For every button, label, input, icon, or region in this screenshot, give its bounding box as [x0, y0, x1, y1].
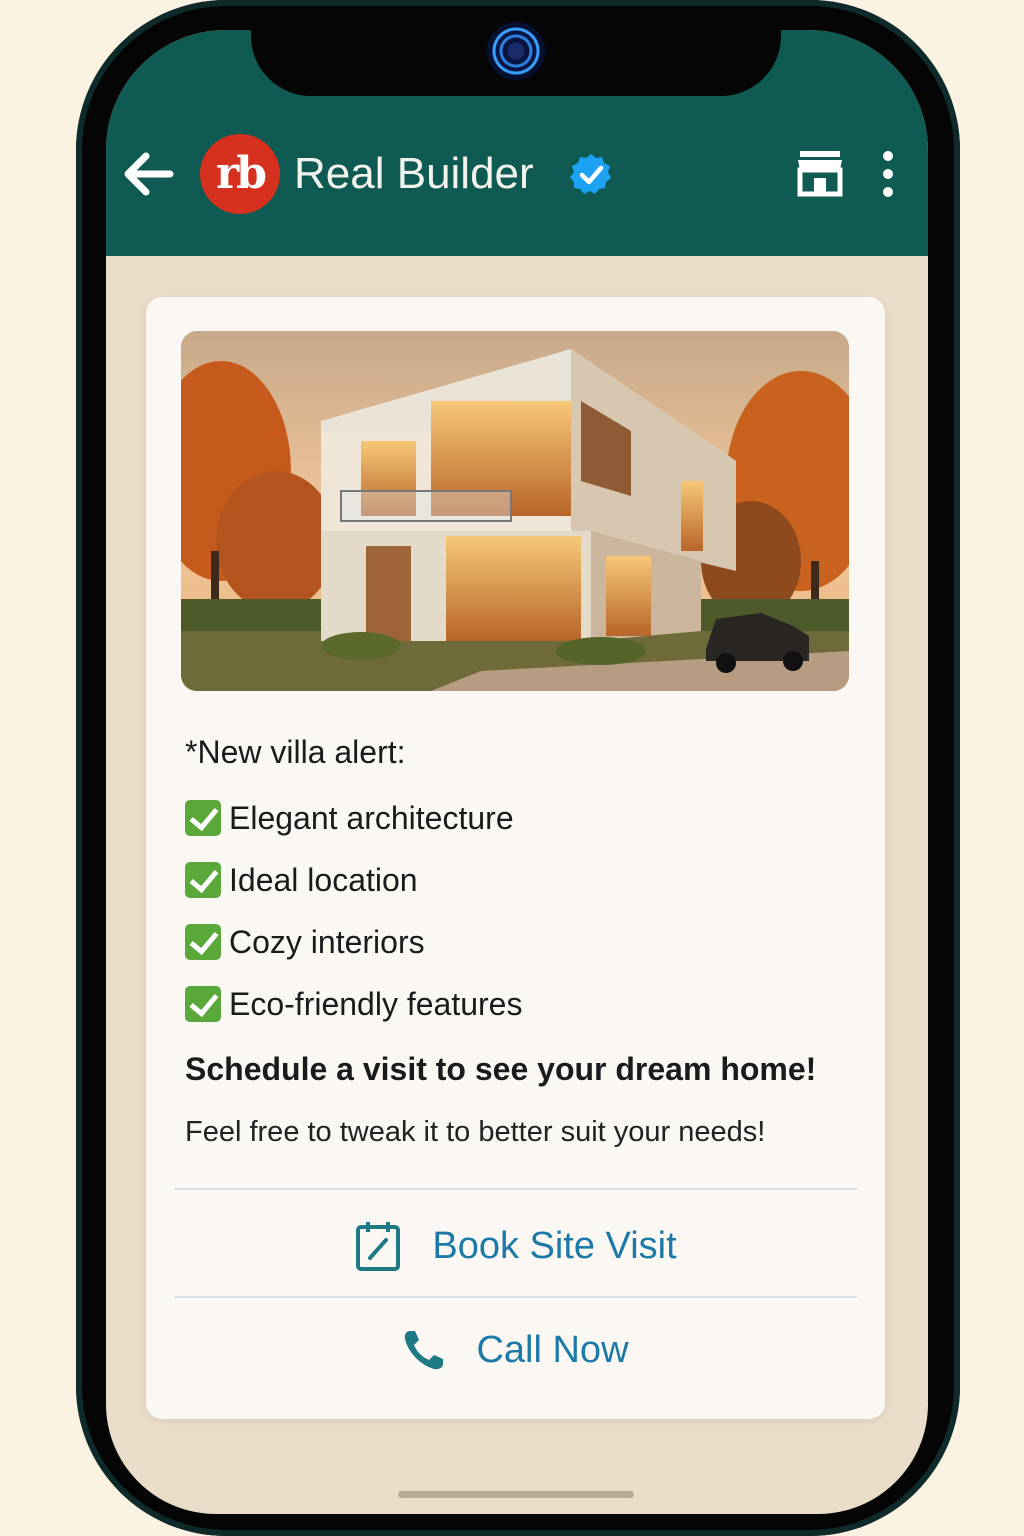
call-now-button[interactable]: Call Now — [174, 1300, 857, 1400]
feature-item: Elegant architecture — [185, 798, 514, 838]
villa-image — [181, 331, 849, 691]
divider — [174, 1296, 857, 1298]
message-note: Feel free to tweak it to better suit you… — [185, 1116, 766, 1148]
store-icon — [797, 151, 843, 197]
check-mark-icon — [185, 800, 221, 836]
back-button[interactable] — [120, 148, 176, 200]
check-mark-icon — [185, 924, 221, 960]
more-vertical-icon — [883, 151, 893, 197]
business-avatar[interactable]: rb — [200, 134, 280, 214]
message-intro: *New villa alert: — [185, 734, 406, 770]
feature-item: Eco-friendly features — [185, 984, 522, 1024]
feature-label: Ideal location — [229, 862, 418, 898]
call-to-action-text: Schedule a visit to see your dream home! — [185, 1051, 817, 1087]
front-camera-icon — [487, 22, 545, 80]
store-button[interactable] — [794, 148, 846, 198]
feature-item: Ideal location — [185, 860, 418, 900]
calendar-edit-icon — [356, 1222, 401, 1271]
feature-label: Cozy interiors — [229, 924, 425, 960]
business-name[interactable]: Real Builder — [294, 146, 534, 202]
check-mark-icon — [185, 862, 221, 898]
divider — [174, 1188, 857, 1190]
feature-label: Elegant architecture — [229, 800, 514, 836]
phone-icon — [405, 1331, 444, 1370]
feature-item: Cozy interiors — [185, 922, 425, 962]
book-site-visit-button[interactable]: Book Site Visit — [174, 1196, 857, 1296]
check-mark-icon — [185, 986, 221, 1022]
verified-badge-icon — [570, 154, 611, 194]
feature-label: Eco-friendly features — [229, 986, 523, 1022]
home-indicator[interactable] — [398, 1491, 634, 1498]
book-site-visit-label: Book Site Visit — [432, 1224, 677, 1267]
back-arrow-icon — [124, 152, 174, 196]
call-now-label: Call Now — [476, 1328, 629, 1371]
villa-photo[interactable] — [181, 331, 849, 691]
more-options-button[interactable] — [876, 150, 900, 198]
